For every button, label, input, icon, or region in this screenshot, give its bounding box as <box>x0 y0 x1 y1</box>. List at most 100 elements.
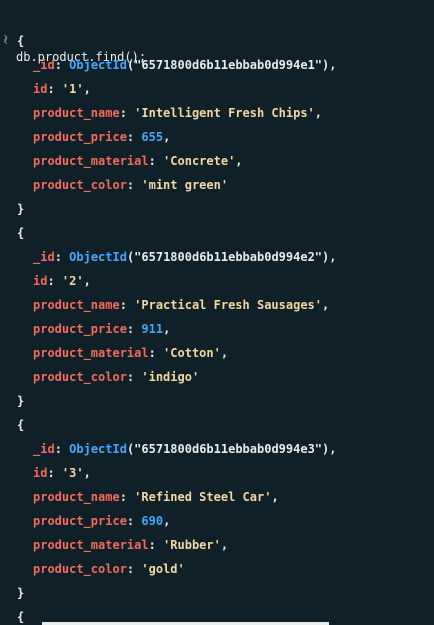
objectid-value: "6571800d6b11ebbab0d994e2" <box>134 250 323 264</box>
field-content: product_price: 690, <box>33 511 170 531</box>
comma: , <box>322 298 330 312</box>
field-string-value: '2' <box>61 274 84 288</box>
field-string-value: 'gold' <box>141 562 185 576</box>
comma: , <box>220 538 229 552</box>
field-key: product_name <box>33 490 120 504</box>
field-key: product_price <box>33 514 127 528</box>
field-key: _id <box>33 58 55 72</box>
comma: , <box>329 58 337 72</box>
objectid-function: ObjectId <box>69 250 127 264</box>
field-number-value: 655 <box>141 130 164 144</box>
field-key: id <box>33 274 48 288</box>
field-content: product_material: 'Cotton', <box>33 343 228 363</box>
field-string-value: 'Intelligent Fresh Chips' <box>134 106 315 120</box>
comma: , <box>83 82 91 96</box>
comma: , <box>329 250 337 264</box>
output-chevron-icon: ‹ <box>2 34 10 48</box>
field-content: id: '1', <box>33 79 91 99</box>
field-content: _id: ObjectId("6571800d6b11ebbab0d994e2"… <box>33 247 336 267</box>
field-key: product_name <box>33 106 120 120</box>
colon: : <box>148 346 164 360</box>
field-string-value: 'indigo' <box>141 370 200 384</box>
field-key: product_material <box>33 538 149 552</box>
open-brace: { <box>17 34 25 48</box>
mongo-shell-output: › db.product.find(); ‹ { _id: ObjectId("65… <box>0 0 434 625</box>
field-string-value: 'Concrete' <box>163 154 236 168</box>
field-key: _id <box>33 250 55 264</box>
colon: : <box>126 562 142 576</box>
field-number-value: 690 <box>141 514 164 528</box>
field-key: product_color <box>33 178 127 192</box>
colon: : <box>47 82 62 96</box>
field-content: product_color: 'gold' <box>33 559 185 579</box>
comma: , <box>235 154 243 168</box>
comma: , <box>163 130 171 144</box>
close-brace: } <box>17 202 25 216</box>
colon: : <box>54 250 70 264</box>
colon: : <box>148 154 164 168</box>
command-line: › db.product.find(); <box>0 7 146 64</box>
colon: : <box>126 514 142 528</box>
field-content: product_name: 'Intelligent Fresh Chips', <box>33 103 322 123</box>
field-content: product_name: 'Practical Fresh Sausages'… <box>33 295 329 315</box>
field-content: product_color: 'mint green' <box>33 175 228 195</box>
field-string-value: 'Rubber' <box>163 538 221 552</box>
field-content: product_price: 911, <box>33 319 170 339</box>
colon: : <box>148 538 164 552</box>
field-content: product_color: 'indigo' <box>33 367 199 387</box>
colon: : <box>119 298 135 312</box>
field-content: product_material: 'Rubber', <box>33 535 228 555</box>
colon: : <box>119 106 135 120</box>
field-key: product_price <box>33 130 127 144</box>
close-brace: } <box>17 586 25 600</box>
field-string-value: 'mint green' <box>141 178 229 192</box>
colon: : <box>126 178 142 192</box>
colon: : <box>47 466 62 480</box>
open-brace: { <box>17 610 25 624</box>
comma: , <box>220 346 229 360</box>
comma: , <box>163 514 171 528</box>
field-content: product_name: 'Refined Steel Car', <box>33 487 279 507</box>
field-content: id: '3', <box>33 463 91 483</box>
field-key: _id <box>33 442 55 456</box>
field-content: _id: ObjectId("6571800d6b11ebbab0d994e3"… <box>33 439 336 459</box>
field-key: product_material <box>33 154 149 168</box>
objectid-function: ObjectId <box>69 58 127 72</box>
field-string-value: 'Practical Fresh Sausages' <box>134 298 322 312</box>
field-number-value: 911 <box>141 322 164 336</box>
objectid-value: "6571800d6b11ebbab0d994e1" <box>134 58 323 72</box>
comma: , <box>83 274 91 288</box>
field-key: product_color <box>33 370 127 384</box>
objectid-value: "6571800d6b11ebbab0d994e3" <box>134 442 323 456</box>
comma: , <box>314 106 323 120</box>
close-brace: } <box>17 394 25 408</box>
field-content: id: '2', <box>33 271 91 291</box>
objectid-function: ObjectId <box>69 442 127 456</box>
colon: : <box>126 130 142 144</box>
field-key: id <box>33 82 48 96</box>
field-string-value: '1' <box>61 82 84 96</box>
field-string-value: 'Refined Steel Car' <box>134 490 272 504</box>
field-key: product_material <box>33 346 149 360</box>
colon: : <box>54 442 70 456</box>
open-brace: { <box>17 418 25 432</box>
field-content: product_price: 655, <box>33 127 170 147</box>
field-key: product_price <box>33 322 127 336</box>
field-string-value: '3' <box>61 466 84 480</box>
colon: : <box>54 58 70 72</box>
comma: , <box>83 466 91 480</box>
comma: , <box>329 442 337 456</box>
colon: : <box>119 490 135 504</box>
field-content: product_material: 'Concrete', <box>33 151 243 171</box>
field-string-value: 'Cotton' <box>163 346 221 360</box>
field-key: id <box>33 466 48 480</box>
colon: : <box>126 370 142 384</box>
comma: , <box>163 322 171 336</box>
field-content: _id: ObjectId("6571800d6b11ebbab0d994e1"… <box>33 55 336 75</box>
field-key: product_name <box>33 298 120 312</box>
colon: : <box>47 274 62 288</box>
open-brace: { <box>17 226 25 240</box>
field-key: product_color <box>33 562 127 576</box>
comma: , <box>271 490 279 504</box>
colon: : <box>126 322 142 336</box>
